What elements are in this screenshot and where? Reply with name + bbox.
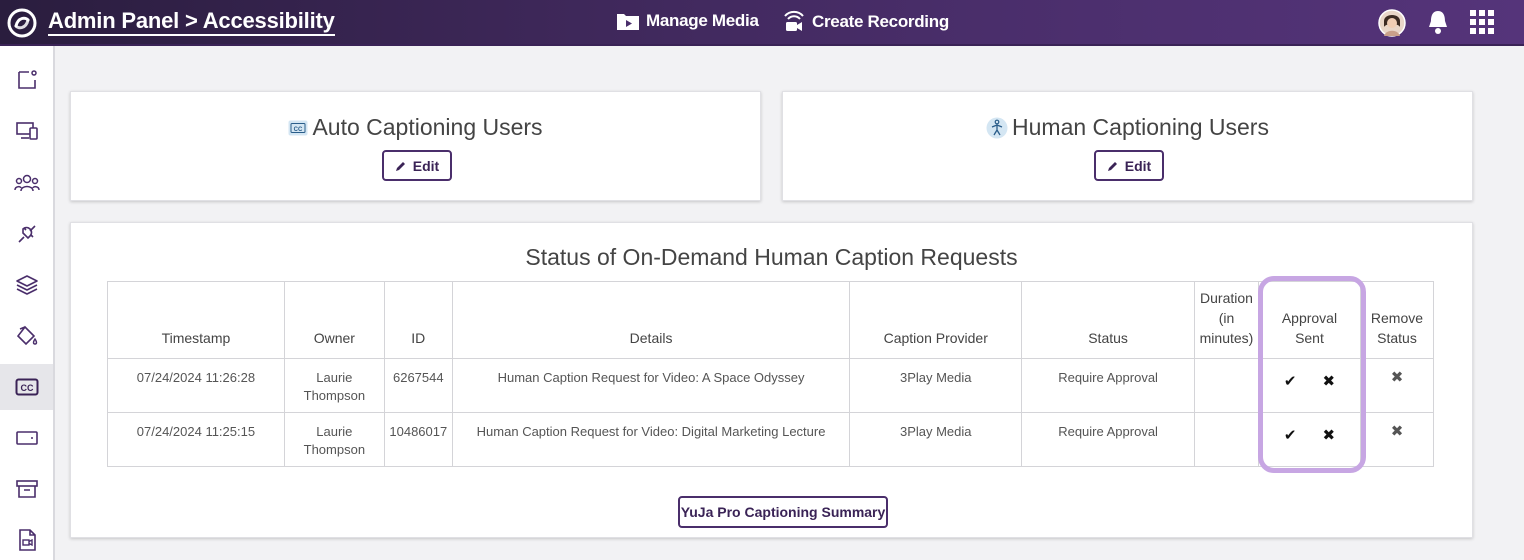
- cell-owner: Laurie Thompson: [283, 358, 385, 413]
- approve-checkmark-icon[interactable]: ✔: [1284, 373, 1297, 391]
- yuja-logo-icon[interactable]: [6, 7, 38, 39]
- remove-status-x-icon[interactable]: ✖: [1391, 369, 1404, 387]
- reject-x-icon[interactable]: ✖: [1322, 373, 1335, 391]
- archive-box-icon: [15, 480, 38, 498]
- caption-requests-card: Status of On-Demand Human Caption Reques…: [70, 222, 1473, 538]
- cell-remove: ✖: [1359, 358, 1435, 413]
- media-folder-icon: [617, 14, 639, 30]
- auto-caption-icon: CC: [288, 120, 308, 135]
- sidebar-item-storage[interactable]: [0, 415, 53, 461]
- column-header-details[interactable]: Details: [451, 281, 851, 359]
- breadcrumb-current: Accessibility: [202, 8, 335, 33]
- sidebar: CC: [0, 46, 55, 560]
- manage-media-label: Manage Media: [646, 11, 759, 30]
- cell-timestamp: 07/24/2024 11:25:15: [107, 412, 285, 467]
- cell-status: Require Approval: [1021, 412, 1195, 467]
- page-info-icon: [17, 70, 37, 89]
- cell-id: 6267544: [383, 358, 453, 413]
- human-captioning-edit-button[interactable]: Edit: [1094, 150, 1164, 181]
- cell-approval-actions: ✔ ✖: [1257, 412, 1361, 467]
- card-icon: [15, 431, 38, 445]
- auto-captioning-card: CC Auto Captioning Users Edit: [70, 91, 761, 201]
- captioning-summary-button[interactable]: YuJa Pro Captioning Summary: [678, 496, 888, 528]
- sidebar-item-users[interactable]: [0, 160, 53, 206]
- table-row: 07/24/2024 11:25:15 Laurie Thompson 1048…: [107, 412, 1435, 467]
- cell-duration: [1194, 358, 1259, 413]
- column-header-owner[interactable]: Owner: [283, 281, 385, 359]
- breadcrumb[interactable]: Admin Panel > Accessibility: [48, 9, 335, 36]
- users-icon: [13, 174, 40, 192]
- cell-id: 10486017: [383, 412, 453, 467]
- cell-timestamp: 07/24/2024 11:26:28: [107, 358, 285, 413]
- cell-details: Human Caption Request for Video: A Space…: [451, 358, 851, 413]
- edit-label: Edit: [412, 157, 440, 174]
- top-bar: Admin Panel > Accessibility Manage Media…: [0, 0, 1524, 46]
- column-header-duration[interactable]: Duration (in minutes): [1194, 281, 1259, 359]
- sidebar-item-archive[interactable]: [0, 466, 53, 512]
- human-captioning-title: Human Captioning Users: [1012, 114, 1269, 140]
- table-header-row: Timestamp Owner ID Details Caption Provi…: [107, 281, 1435, 359]
- paint-bucket-icon: [16, 325, 37, 346]
- approve-checkmark-icon[interactable]: ✔: [1284, 427, 1297, 445]
- column-header-timestamp[interactable]: Timestamp: [107, 281, 285, 359]
- sidebar-item-branding[interactable]: [0, 313, 53, 359]
- table-row: 07/24/2024 11:26:28 Laurie Thompson 6267…: [107, 358, 1435, 413]
- sidebar-item-overview[interactable]: [0, 57, 53, 103]
- plug-icon: [17, 225, 36, 243]
- auto-captioning-edit-button[interactable]: Edit: [382, 150, 452, 181]
- column-header-approval-sent[interactable]: Approval Sent: [1257, 281, 1361, 359]
- cell-details: Human Caption Request for Video: Digital…: [451, 412, 851, 467]
- sidebar-item-accessibility[interactable]: CC: [0, 364, 53, 410]
- app-grid-icon[interactable]: [1469, 9, 1495, 35]
- human-caption-icon: [986, 117, 1008, 138]
- sidebar-item-integrations[interactable]: [0, 211, 53, 257]
- cell-provider: 3Play Media: [849, 412, 1023, 467]
- pencil-icon: [1107, 161, 1117, 171]
- manage-media-button[interactable]: Manage Media: [616, 10, 759, 32]
- caption-requests-table: Timestamp Owner ID Details Caption Provi…: [107, 281, 1435, 467]
- cell-status: Require Approval: [1021, 358, 1195, 413]
- column-header-remove-status[interactable]: Remove Status: [1359, 281, 1435, 359]
- reject-x-icon[interactable]: ✖: [1322, 427, 1335, 445]
- sidebar-item-devices[interactable]: [0, 108, 53, 154]
- cell-owner: Laurie Thompson: [283, 412, 385, 467]
- caption-requests-title: Status of On-Demand Human Caption Reques…: [525, 244, 1018, 270]
- notification-bell-icon[interactable]: [1426, 9, 1450, 35]
- column-header-id[interactable]: ID: [383, 281, 453, 359]
- edit-label: Edit: [1124, 157, 1152, 174]
- breadcrumb-root[interactable]: Admin Panel: [48, 8, 179, 33]
- create-recording-button[interactable]: Create Recording: [782, 10, 949, 34]
- captioning-summary-label: YuJa Pro Captioning Summary: [680, 504, 886, 520]
- remove-status-x-icon[interactable]: ✖: [1391, 423, 1404, 441]
- layers-icon: [15, 275, 38, 295]
- create-recording-label: Create Recording: [812, 12, 949, 31]
- closed-caption-icon: CC: [15, 378, 38, 396]
- cell-approval-actions: ✔ ✖: [1257, 358, 1361, 413]
- cell-provider: 3Play Media: [849, 358, 1023, 413]
- recording-icon: [784, 10, 804, 31]
- sidebar-item-video-files[interactable]: [0, 517, 53, 560]
- user-avatar-icon[interactable]: [1378, 9, 1406, 37]
- auto-captioning-title: Auto Captioning Users: [312, 114, 543, 140]
- cell-remove: ✖: [1359, 412, 1435, 467]
- column-header-provider[interactable]: Caption Provider: [849, 281, 1023, 359]
- pencil-icon: [395, 161, 405, 171]
- svg-text:CC: CC: [294, 127, 303, 133]
- devices-icon: [15, 122, 38, 140]
- cell-duration: [1194, 412, 1259, 467]
- svg-text:CC: CC: [20, 383, 33, 393]
- human-captioning-card: Human Captioning Users Edit: [782, 91, 1473, 201]
- sidebar-item-layers[interactable]: [0, 262, 53, 308]
- video-file-icon: [18, 529, 36, 551]
- column-header-status[interactable]: Status: [1021, 281, 1195, 359]
- breadcrumb-separator: >: [184, 8, 198, 33]
